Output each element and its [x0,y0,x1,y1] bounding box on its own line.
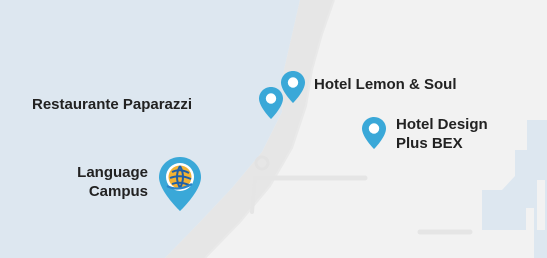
harbor-pier [537,180,545,230]
marker-label-line: Campus [88,183,148,200]
islet [374,46,384,55]
marker-label-line: Hotel Design [396,116,488,133]
globe-logo-pin-icon[interactable] [158,156,202,212]
marker-label-hotel-design-plus-bex[interactable]: Hotel Design Plus BEX [396,115,488,153]
map-pin-icon[interactable] [361,116,387,150]
marker-label-line: Language [77,164,148,181]
map-pin-icon[interactable] [280,70,306,104]
marker-label-restaurante-paparazzi[interactable]: Restaurante Paparazzi [32,95,192,114]
map-canvas[interactable]: Restaurante Paparazzi Hotel Lemon & Soul… [0,0,547,258]
marker-label-line: Plus BEX [396,135,463,152]
marker-label-hotel-lemon-soul[interactable]: Hotel Lemon & Soul [314,75,457,94]
marker-label-language-campus[interactable]: Language Campus [48,163,148,201]
